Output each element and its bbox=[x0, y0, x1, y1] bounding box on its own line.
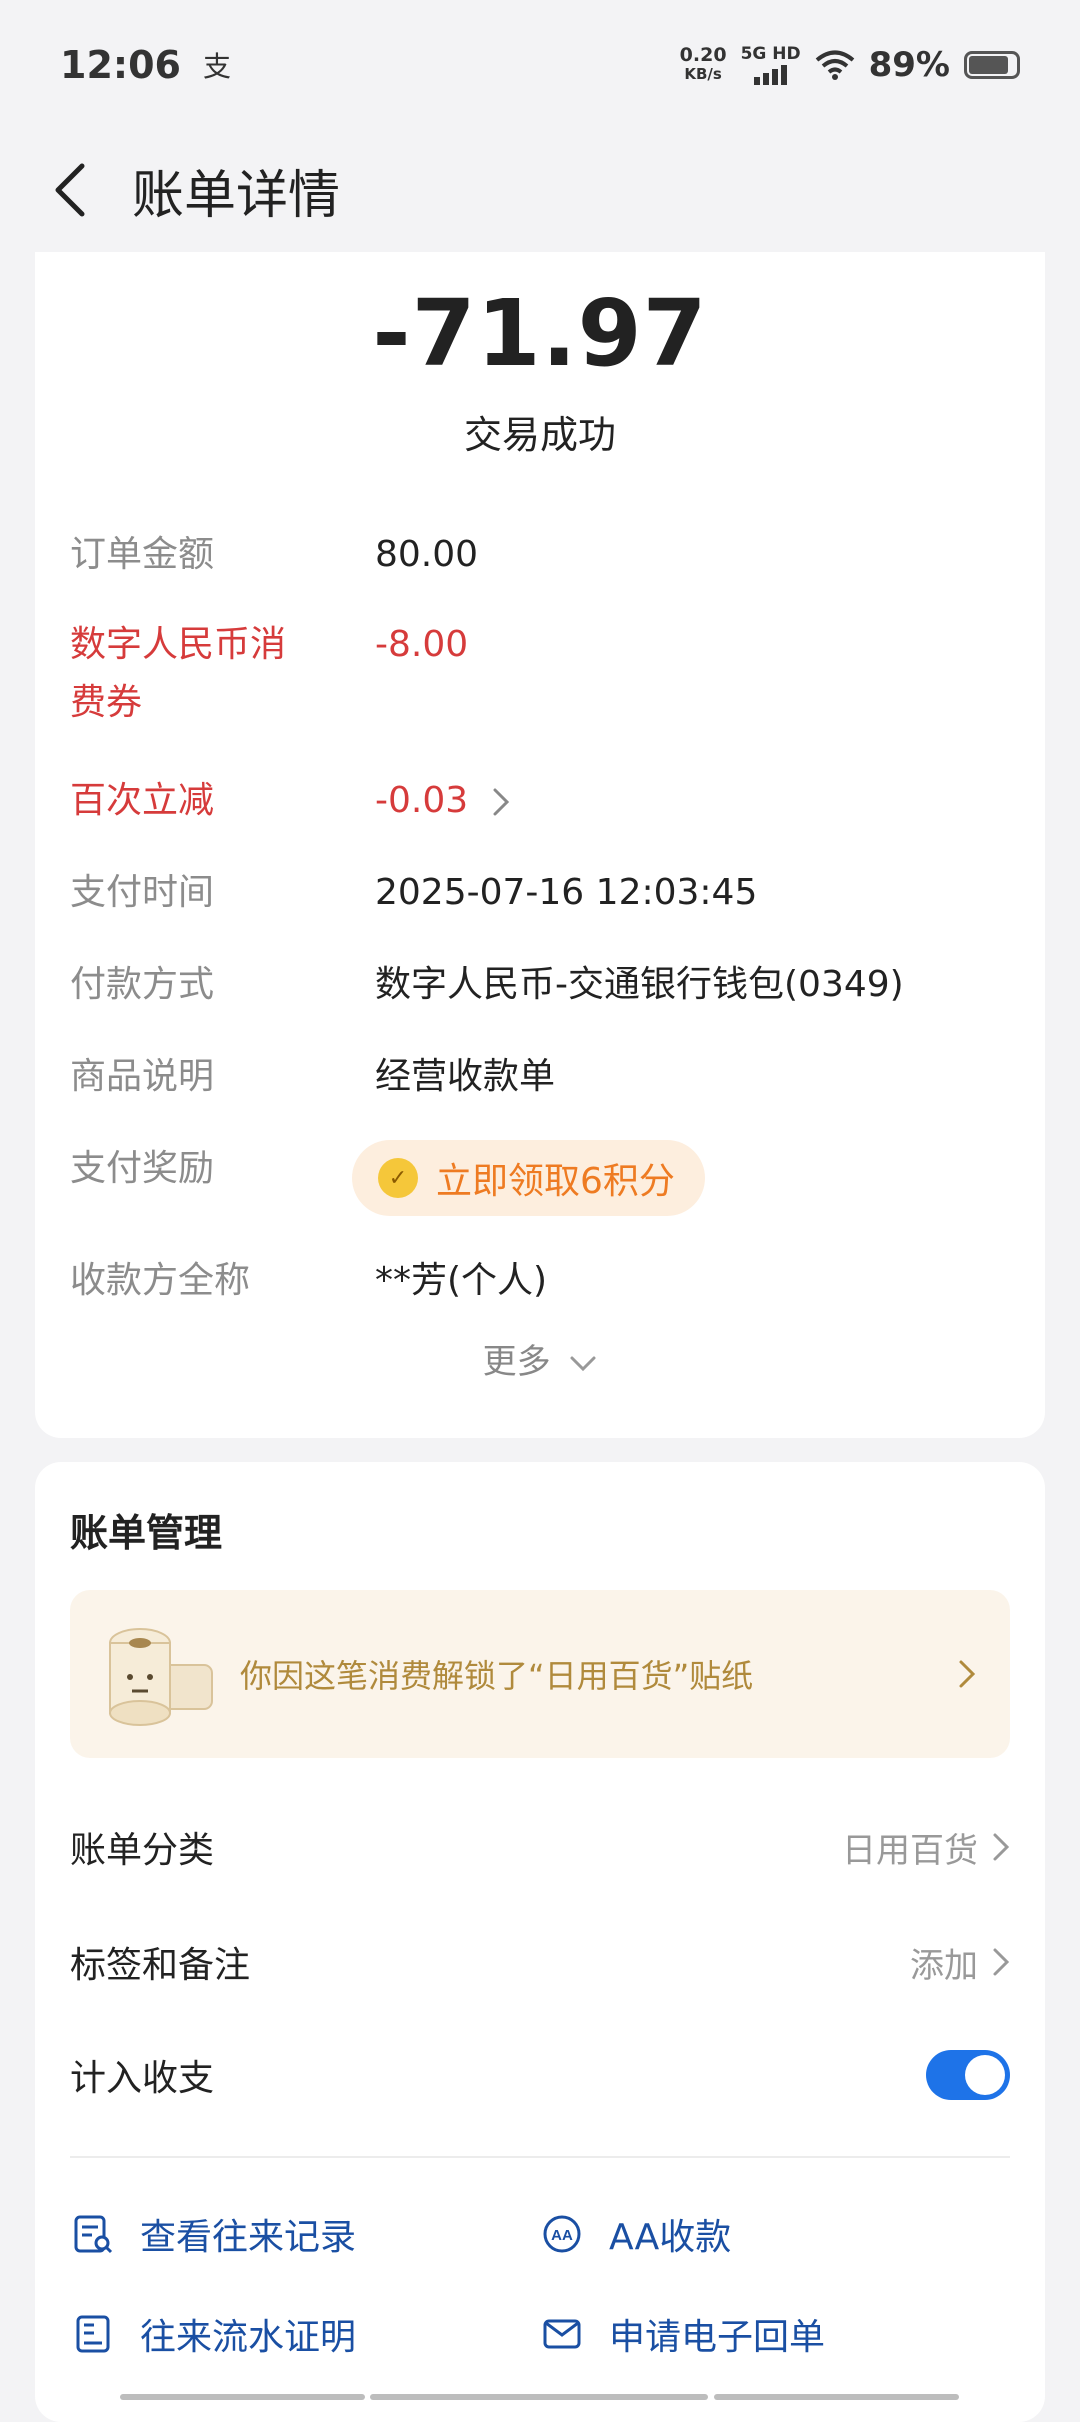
network-speed: 0.20 KB/s bbox=[680, 46, 727, 84]
scroll-indicator bbox=[714, 2394, 959, 2400]
chevron-right-icon bbox=[959, 1660, 976, 1688]
e-receipt-button[interactable]: 申请电子回单 bbox=[539, 2308, 825, 2360]
transaction-status: 交易成功 bbox=[463, 413, 616, 457]
detail-value: 数字人民币-交通银行钱包(0349) bbox=[375, 964, 904, 1005]
detail-label: 付款方式 bbox=[70, 964, 215, 1005]
aa-collect-button[interactable]: AA AA收款 bbox=[539, 2208, 731, 2260]
detail-value-wrap: -0.03 bbox=[375, 772, 510, 830]
divider bbox=[70, 2156, 1010, 2158]
chevron-right-icon bbox=[493, 788, 509, 816]
bill-category-value-wrap: 日用百货 bbox=[842, 1823, 1010, 1872]
records-search-icon bbox=[70, 2211, 116, 2257]
scroll-indicator bbox=[370, 2394, 708, 2400]
chevron-left-icon bbox=[55, 163, 85, 217]
scroll-indicator bbox=[120, 2394, 365, 2400]
status-indicators: 0.20 KB/s 5G HD 89% bbox=[680, 45, 1020, 85]
chevron-right-icon bbox=[993, 1948, 1010, 1976]
wifi-icon bbox=[815, 50, 854, 80]
sticker-banner[interactable]: 你因这笔消费解锁了“日用百货”贴纸 bbox=[70, 1590, 1010, 1758]
detail-label: 收款方全称 bbox=[70, 1260, 251, 1301]
cellular-indicator: 5G HD bbox=[740, 43, 801, 85]
alipay-notification-icon: 支 bbox=[202, 50, 231, 83]
count-in-balance-label: 计入收支 bbox=[70, 2058, 215, 2099]
detail-value: 2025-07-16 12:03:45 bbox=[375, 872, 758, 913]
page-header: 账单详情 bbox=[0, 130, 1080, 250]
transaction-amount: -71.97 bbox=[372, 280, 708, 387]
detail-value: 经营收款单 bbox=[375, 1056, 556, 1097]
document-icon bbox=[70, 2311, 116, 2357]
detail-label: 数字人民币消费券 bbox=[70, 624, 287, 723]
detail-value: -0.03 bbox=[375, 780, 469, 821]
bill-category-label: 账单分类 bbox=[70, 1830, 215, 1871]
detail-label: 商品说明 bbox=[70, 1056, 215, 1097]
flow-proof-button[interactable]: 往来流水证明 bbox=[70, 2308, 356, 2360]
battery-percent: 89% bbox=[868, 45, 950, 85]
toilet-paper-sticker-icon bbox=[90, 1609, 220, 1739]
detail-label: 订单金额 bbox=[70, 534, 215, 575]
back-button[interactable] bbox=[20, 140, 120, 240]
count-toggle-wrap bbox=[926, 2050, 1010, 2100]
network-speed-value: 0.20 bbox=[679, 44, 727, 66]
detail-value: **芳(个人) bbox=[375, 1260, 548, 1301]
detail-label: 支付奖励 bbox=[70, 1148, 215, 1189]
chevron-right-icon bbox=[993, 1833, 1010, 1861]
view-history-label: 查看往来记录 bbox=[140, 2217, 357, 2258]
section-title: 账单管理 bbox=[70, 1511, 223, 1555]
detail-value: 80.00 bbox=[375, 534, 479, 575]
transaction-card: -71.97 交易成功 订单金额 80.00 数字人民币消费券 -8.00 百次… bbox=[35, 252, 1045, 1438]
count-in-balance-toggle[interactable] bbox=[926, 2050, 1010, 2100]
chevron-down-icon bbox=[570, 1356, 596, 1371]
points-coin-icon: ✓ bbox=[378, 1158, 418, 1198]
count-in-balance-row: 计入收支 bbox=[70, 2020, 1010, 2130]
tags-notes-row[interactable]: 标签和备注 添加 bbox=[70, 1907, 1010, 2017]
signal-icon bbox=[754, 63, 788, 85]
network-speed-unit: KB/s bbox=[684, 65, 722, 83]
mail-icon bbox=[539, 2311, 585, 2357]
battery-icon bbox=[964, 51, 1020, 79]
flow-proof-label: 往来流水证明 bbox=[140, 2317, 357, 2358]
sticker-text: 你因这笔消费解锁了“日用百货”贴纸 bbox=[240, 1657, 754, 1695]
claim-points-label: 立即领取6积分 bbox=[436, 1161, 675, 1202]
tags-notes-value-wrap: 添加 bbox=[910, 1938, 1010, 1987]
more-label: 更多 bbox=[482, 1342, 551, 1382]
tags-notes-label: 标签和备注 bbox=[70, 1945, 251, 1986]
view-history-button[interactable]: 查看往来记录 bbox=[70, 2208, 356, 2260]
bill-category-row[interactable]: 账单分类 日用百货 bbox=[70, 1792, 1010, 1902]
detail-label: 支付时间 bbox=[70, 872, 215, 913]
bill-category-value: 日用百货 bbox=[842, 1830, 978, 1871]
status-bar: 12:06 支 0.20 KB/s 5G HD 89% bbox=[0, 0, 1080, 130]
e-receipt-label: 申请电子回单 bbox=[609, 2317, 826, 2358]
more-button[interactable]: 更多 bbox=[35, 1334, 1045, 1383]
detail-label: 百次立减 bbox=[70, 780, 215, 821]
aa-icon: AA bbox=[539, 2211, 585, 2257]
status-time: 12:06 bbox=[60, 43, 181, 87]
page-title: 账单详情 bbox=[132, 165, 341, 226]
tags-notes-value: 添加 bbox=[910, 1945, 978, 1986]
aa-collect-label: AA收款 bbox=[609, 2217, 732, 2258]
bill-management-card: 账单管理 你因这笔消费解锁了“日用百货”贴纸 账单分类 日用百货 标签和备注 添… bbox=[35, 1462, 1045, 2422]
detail-value: -8.00 bbox=[375, 624, 469, 665]
svg-text:AA: AA bbox=[551, 2227, 573, 2244]
network-type: 5G HD bbox=[740, 43, 801, 64]
claim-points-button[interactable]: ✓ 立即领取6积分 bbox=[352, 1140, 705, 1216]
